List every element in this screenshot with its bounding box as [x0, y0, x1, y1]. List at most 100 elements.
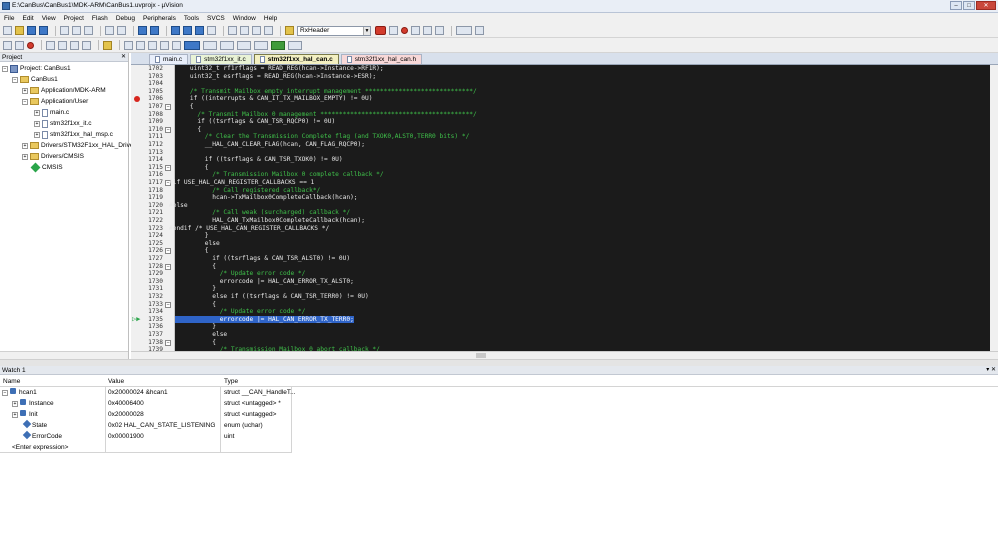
code-line[interactable]: 1734 /* Update error code */ — [131, 308, 998, 316]
tree-item-project[interactable]: − Project: CanBus1 — [2, 64, 71, 73]
show-next-statement-icon[interactable] — [103, 40, 112, 50]
disassembly-window-icon[interactable] — [136, 40, 145, 50]
code-line[interactable]: 1726− { — [131, 247, 998, 255]
menu-peripherals[interactable]: Peripherals — [143, 15, 176, 22]
breakpoint-disable-icon[interactable] — [411, 26, 420, 35]
code-line[interactable]: 1728− { — [131, 263, 998, 271]
code-line[interactable]: 1730 errorcode |= HAL_CAN_ERROR_TX_ALST0… — [131, 278, 998, 286]
watch-window-icon[interactable] — [184, 40, 200, 50]
search-icon[interactable] — [389, 26, 398, 35]
menu-svcs[interactable]: SVCS — [207, 15, 225, 22]
step-over-icon[interactable] — [58, 40, 67, 50]
tree-item-file[interactable]: + main.c — [34, 108, 69, 117]
code-line[interactable]: 1727 if ((tsrflags & CAN_TSR_ALST0) != 0… — [131, 255, 998, 263]
watch-row-value[interactable]: 0x20000024 &hcan1 — [108, 388, 168, 398]
code-line[interactable]: 1736 } — [131, 323, 998, 331]
code-line[interactable]: 1710− { — [131, 126, 998, 134]
column-header-name[interactable]: Name — [3, 377, 103, 386]
code-line[interactable]: 1737 else — [131, 331, 998, 339]
menu-flash[interactable]: Flash — [92, 15, 108, 22]
command-window-icon[interactable] — [124, 40, 133, 50]
code-line[interactable]: 1722 HAL_CAN_TxMailbox0CompleteCallback(… — [131, 217, 998, 225]
run-to-cursor-icon[interactable] — [82, 40, 91, 50]
tab-stm32f1xx-hal-can-c[interactable]: stm32f1xx_hal_can.c — [253, 54, 339, 64]
code-line[interactable]: 1705 /* Transmit Mailbox empty interrupt… — [131, 88, 998, 96]
watch-row-value[interactable]: 0x40006400 — [108, 399, 144, 409]
cut-icon[interactable] — [60, 26, 69, 35]
menu-view[interactable]: View — [42, 15, 56, 22]
code-line[interactable]: 1717− #if USE_HAL_CAN_REGISTER_CALLBACKS … — [131, 179, 998, 187]
menu-tools[interactable]: Tools — [184, 15, 199, 22]
fold-toggle-icon[interactable]: − — [165, 104, 171, 110]
code-line[interactable]: 1707− { — [131, 103, 998, 111]
code-line[interactable]: 1724 } — [131, 232, 998, 240]
stop-icon[interactable] — [27, 41, 34, 49]
expand-icon[interactable]: + — [22, 87, 28, 94]
code-line[interactable]: 1709 if ((tsrflags & CAN_TSR_RQCP0) != 0… — [131, 118, 998, 126]
project-horizontal-scrollbar[interactable] — [0, 351, 128, 359]
watch-row-expand[interactable]: − hcan1 — [2, 388, 37, 398]
watch-row-value[interactable]: 0x20000028 — [108, 410, 144, 420]
panel-splitter[interactable] — [0, 359, 998, 366]
expand-icon[interactable]: + — [34, 120, 40, 127]
analysis-window-icon[interactable] — [237, 40, 251, 50]
code-line[interactable]: 1718 /* Call registered callback*/ — [131, 187, 998, 195]
fold-toggle-icon[interactable]: − — [165, 248, 171, 255]
column-header-value[interactable]: Value — [108, 377, 218, 386]
expand-icon[interactable]: + — [34, 131, 40, 138]
bookmark-next-icon[interactable] — [195, 26, 204, 35]
toolbox-icon[interactable] — [288, 40, 302, 50]
breakpoint-icon[interactable] — [134, 96, 140, 103]
window-layout-icon[interactable] — [456, 26, 472, 35]
expand-icon[interactable]: + — [12, 401, 18, 407]
open-folder-icon[interactable] — [15, 26, 24, 35]
comment-icon[interactable] — [252, 26, 261, 35]
registers-window-icon[interactable] — [160, 40, 169, 50]
code-line[interactable]: 1723 #endif /* USE_HAL_CAN_REGISTER_CALLB… — [131, 225, 998, 233]
menu-help[interactable]: Help — [264, 15, 277, 22]
column-header-type[interactable]: Type — [224, 377, 294, 386]
bookmark-prev-icon[interactable] — [183, 26, 192, 35]
tree-item-file[interactable]: + stm32f1xx_it.c — [34, 119, 92, 128]
fold-toggle-icon[interactable]: − — [165, 339, 171, 346]
close-button[interactable]: ✕ — [976, 1, 996, 10]
tree-item-file[interactable]: + stm32f1xx_hal_msp.c — [34, 130, 113, 139]
code-line[interactable]: 1720 #else — [131, 202, 998, 210]
code-line[interactable]: 1721 /* Call weak (surcharged) callback … — [131, 209, 998, 217]
fold-toggle-icon[interactable]: − — [165, 263, 171, 270]
tree-item-group[interactable]: + Drivers/CMSIS — [22, 152, 84, 161]
tree-item-group[interactable]: + Drivers/STM32F1xx_HAL_Drive — [22, 141, 133, 150]
watch-row[interactable]: ErrorCode — [22, 430, 62, 442]
system-viewer-icon[interactable] — [271, 40, 285, 50]
find-in-files-icon[interactable] — [285, 26, 294, 35]
new-file-icon[interactable] — [3, 26, 12, 35]
code-line[interactable]: 1713 — [131, 149, 998, 157]
tab-stm32f1xx-hal-can-h[interactable]: stm32f1xx_hal_can.h — [340, 54, 423, 64]
chevron-down-icon[interactable]: ▼ — [363, 26, 370, 35]
call-stack-icon[interactable] — [172, 40, 181, 50]
run-icon[interactable] — [15, 40, 24, 50]
paste-icon[interactable] — [84, 26, 93, 35]
memory-window-icon[interactable] — [203, 40, 217, 50]
nav-forward-icon[interactable] — [150, 26, 159, 35]
clear-bookmarks-icon[interactable] — [207, 26, 216, 35]
code-line[interactable]: 1702 uint32_t rf1rflags = READ_REG(hcan-… — [131, 65, 998, 73]
code-line[interactable]: 1704 — [131, 80, 998, 88]
menu-edit[interactable]: Edit — [22, 15, 33, 22]
tab-main-c[interactable]: main.c — [149, 54, 189, 64]
code-line[interactable]: ▷▶ 1735 errorcode |= HAL_CAN_ERROR_TX_TER… — [131, 315, 998, 324]
step-out-icon[interactable] — [70, 40, 79, 50]
trace-window-icon[interactable] — [254, 40, 268, 50]
watch-row-expand[interactable]: + Instance — [12, 399, 54, 409]
configure-icon[interactable] — [475, 26, 484, 35]
menu-file[interactable]: File — [4, 15, 14, 22]
uncomment-icon[interactable] — [264, 26, 273, 35]
watch-row-value[interactable]: 0x00001900 — [108, 432, 144, 442]
scrollbar-thumb[interactable] — [476, 353, 486, 358]
collapse-icon[interactable]: − — [22, 98, 28, 105]
debug-session-icon[interactable] — [375, 26, 386, 35]
menu-project[interactable]: Project — [64, 15, 84, 22]
collapse-icon[interactable]: − — [12, 76, 18, 83]
code-line[interactable]: 1738− { — [131, 339, 998, 347]
tree-item-group[interactable]: + Application/MDK-ARM — [22, 86, 106, 95]
